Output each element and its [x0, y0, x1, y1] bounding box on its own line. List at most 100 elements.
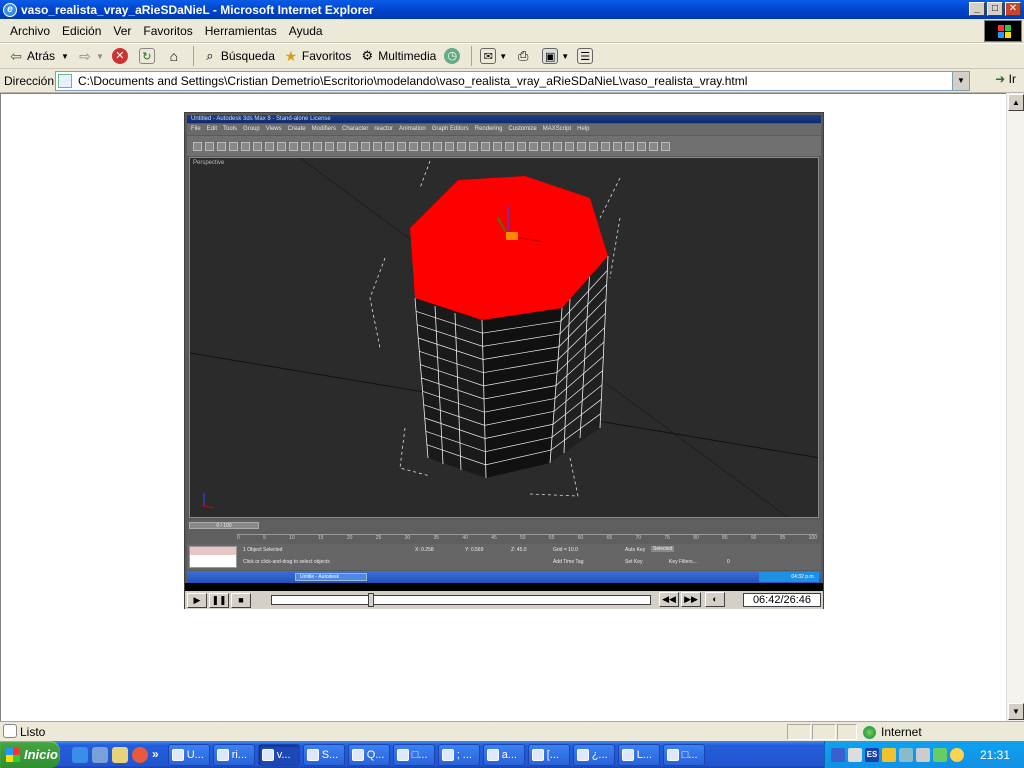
- print-button[interactable]: ⎙: [511, 45, 538, 67]
- max-timeline[interactable]: 0 / 100 0 5 10 15 20 25 30 35 40 45 50 55 60 65 70 75 80…: [187, 520, 821, 544]
- chevron-down-icon[interactable]: ▼: [96, 52, 104, 61]
- tray-icon[interactable]: [933, 747, 947, 762]
- windows-logo-icon: [984, 20, 1022, 42]
- rewind-button[interactable]: ◀◀: [659, 592, 679, 607]
- task-button[interactable]: U...: [167, 743, 210, 766]
- tray-icon[interactable]: [831, 747, 845, 762]
- back-button[interactable]: ⇦ Atrás ▼: [4, 45, 73, 67]
- media-icon: ⚙: [361, 48, 374, 63]
- task-button[interactable]: Q...: [347, 743, 390, 766]
- task-button[interactable]: a...: [482, 743, 525, 766]
- inner-taskbar: Untitle - Autodesk 04:32 p.m.: [187, 571, 821, 583]
- mail-button[interactable]: ✉ ▼: [476, 45, 511, 67]
- quicklaunch-more-icon[interactable]: »: [152, 747, 159, 763]
- edit-button[interactable]: ▣ ▼: [538, 45, 573, 67]
- pause-button[interactable]: ❚❚: [209, 592, 229, 608]
- max-menu: File Edit Tools Group Views Create Modifiers Ch…: [187, 124, 821, 135]
- seek-thumb[interactable]: [368, 593, 374, 607]
- star-icon: ★: [284, 48, 298, 64]
- chevron-down-icon[interactable]: ▼: [499, 52, 507, 61]
- close-button[interactable]: ✕: [1005, 2, 1021, 16]
- task-button[interactable]: S...: [302, 743, 345, 766]
- time-slider[interactable]: 0 / 100: [189, 522, 259, 529]
- octagon-cylinder: [190, 158, 818, 517]
- search-button[interactable]: ⌕ Búsqueda: [198, 45, 279, 67]
- task-button[interactable]: □...: [662, 743, 705, 766]
- search-icon: ⌕: [206, 48, 214, 63]
- refresh-icon: ↻: [138, 48, 155, 64]
- media-button[interactable]: ⚙ Multimedia: [355, 45, 440, 67]
- explorer-quicklaunch-icon[interactable]: [92, 746, 108, 763]
- media-quicklaunch-icon[interactable]: [132, 746, 148, 763]
- page-icon: [58, 74, 72, 88]
- favorites-button[interactable]: ★ Favoritos: [279, 45, 355, 67]
- task-button[interactable]: L...: [617, 743, 660, 766]
- start-button[interactable]: Inicio: [0, 741, 60, 768]
- fast-forward-button[interactable]: ▶▶: [681, 592, 701, 607]
- menu-archivo[interactable]: Archivo: [4, 24, 56, 38]
- address-input[interactable]: C:\Documents and Settings\Cristian Demet…: [55, 71, 970, 91]
- stop-video-button[interactable]: ■: [231, 592, 251, 608]
- home-icon: ⌂: [169, 48, 179, 64]
- volume-button[interactable]: ◐: [705, 592, 725, 607]
- task-button[interactable]: ¿...: [572, 743, 615, 766]
- menu-edicion[interactable]: Edición: [56, 24, 107, 38]
- menu-favoritos[interactable]: Favoritos: [137, 24, 198, 38]
- go-arrow-icon: ➜: [995, 72, 1006, 86]
- menu-ayuda[interactable]: Ayuda: [283, 24, 329, 38]
- task-button-active[interactable]: v...: [257, 743, 300, 766]
- print-icon: ⎙: [518, 48, 529, 63]
- page-status-icon: [3, 724, 17, 738]
- video-frame: Untitled - Autodesk 3ds Max 8 - Stand-al…: [185, 113, 823, 583]
- maximize-button[interactable]: □: [987, 2, 1003, 16]
- scroll-down-button[interactable]: ▼: [1008, 703, 1024, 720]
- menu-bar: Archivo Edición Ver Favoritos Herramient…: [0, 19, 1024, 43]
- perspective-viewport: Perspective: [189, 157, 819, 518]
- notepad-quicklaunch-icon[interactable]: [112, 746, 128, 763]
- security-zone: Internet: [858, 724, 1008, 740]
- refresh-button[interactable]: ↻: [135, 45, 162, 67]
- embedded-video[interactable]: Untitled - Autodesk 3ds Max 8 - Stand-al…: [184, 112, 824, 609]
- discuss-button[interactable]: ☰: [573, 45, 600, 67]
- scroll-up-button[interactable]: ▲: [1008, 94, 1024, 111]
- task-button[interactable]: ; ...: [437, 743, 480, 766]
- task-button[interactable]: ri...: [212, 743, 255, 766]
- globe-icon: [863, 725, 876, 739]
- stop-button[interactable]: ✕: [108, 45, 135, 67]
- seek-bar[interactable]: [271, 593, 651, 607]
- language-indicator[interactable]: ES: [865, 747, 879, 762]
- tray-icon[interactable]: [916, 747, 930, 762]
- address-label: Dirección: [4, 73, 55, 88]
- go-button[interactable]: ➜ Ir: [995, 72, 1016, 86]
- task-button[interactable]: [...: [527, 743, 570, 766]
- forward-button[interactable]: ⇨ ▼: [73, 45, 108, 67]
- quick-launch: »: [72, 746, 159, 763]
- max-toolbar: [187, 136, 821, 156]
- chevron-down-icon[interactable]: ▼: [561, 52, 569, 61]
- vertical-scrollbar[interactable]: ▲ ▼: [1006, 93, 1024, 721]
- volume-icon[interactable]: [848, 747, 862, 762]
- standard-toolbar: ⇦ Atrás ▼ ⇨ ▼ ✕ ↻ ⌂ ⌕ Búsqueda ★ Favorit…: [0, 44, 1024, 69]
- history-icon: ◷: [444, 48, 461, 64]
- menu-ver[interactable]: Ver: [107, 24, 137, 38]
- playback-time: 06:42/26:46: [743, 593, 821, 607]
- network-icon[interactable]: [899, 747, 913, 762]
- window-title-bar[interactable]: e vaso_realista_vray_aRieSDaNieL - Micro…: [0, 0, 1024, 19]
- chevron-down-icon[interactable]: ▼: [61, 52, 69, 61]
- minimize-button[interactable]: _: [969, 2, 985, 16]
- address-dropdown-button[interactable]: ▼: [952, 72, 969, 90]
- window-title: vaso_realista_vray_aRieSDaNieL - Microso…: [21, 2, 374, 17]
- play-button[interactable]: ▶: [187, 592, 207, 608]
- home-button[interactable]: ⌂: [162, 45, 189, 67]
- mail-icon: ✉: [480, 48, 497, 64]
- stop-icon: ✕: [111, 48, 128, 64]
- tray-icon[interactable]: [882, 747, 896, 762]
- task-button[interactable]: □...: [392, 743, 435, 766]
- history-button[interactable]: ◷: [440, 45, 467, 67]
- messenger-icon[interactable]: [950, 747, 964, 762]
- system-tray: ES 21:31: [824, 741, 1024, 768]
- ie-quicklaunch-icon[interactable]: [72, 746, 88, 763]
- page-icon: ☰: [577, 48, 594, 64]
- menu-herramientas[interactable]: Herramientas: [199, 24, 283, 38]
- address-bar: Dirección C:\Documents and Settings\Cris…: [0, 69, 1024, 93]
